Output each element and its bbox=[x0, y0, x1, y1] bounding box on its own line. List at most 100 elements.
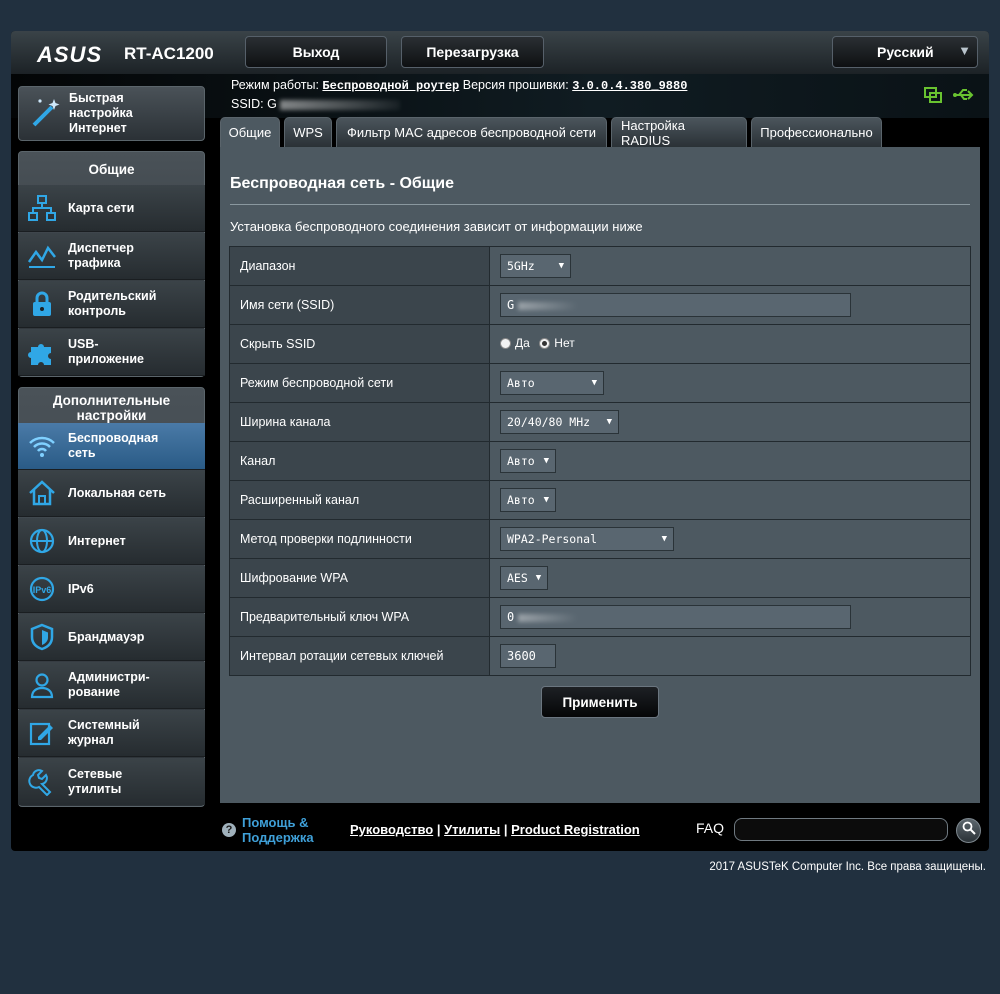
product-registration-link[interactable]: Product Registration bbox=[511, 822, 640, 837]
advanced-header: Дополнительные настройки bbox=[52, 393, 171, 423]
sidebar-item-traffic-manager[interactable]: Диспетчер трафика bbox=[18, 233, 205, 280]
wireless-icon bbox=[27, 431, 57, 461]
firmware-link[interactable]: 3.0.0.4.380_9880 bbox=[572, 79, 687, 93]
sidebar-item-internet[interactable]: Интернет bbox=[18, 518, 205, 565]
sidebar-item-firewall[interactable]: Брандмауэр bbox=[18, 614, 205, 661]
wpa-key-redacted bbox=[518, 613, 579, 622]
manual-link[interactable]: Руководство bbox=[350, 822, 433, 837]
table-row: Расширенный канал Авто ▼ bbox=[229, 480, 971, 520]
model-name: RT-AC1200 bbox=[124, 44, 214, 63]
mode-line: Режим работы: Беспроводной роутер Версия… bbox=[231, 78, 687, 93]
copyright: 2017 ASUSTeK Computer Inc. Все права защ… bbox=[709, 861, 986, 873]
sidebar-item-ipv6[interactable]: IPv6 IPv6 bbox=[18, 566, 205, 613]
table-row: Ширина канала 20/40/80 MHz ▼ bbox=[229, 402, 971, 442]
channel-width-label: Ширина канала bbox=[229, 402, 490, 442]
radio-label: Да bbox=[515, 336, 530, 351]
table-row: Интервал ротации сетевых ключей 3600 bbox=[229, 636, 971, 676]
logout-button[interactable]: Выход bbox=[245, 36, 387, 68]
sidebar-item-administration[interactable]: Администри- рование bbox=[18, 662, 205, 709]
wireless-mode-value: Авто bbox=[507, 376, 535, 390]
sidebar-item-parental-control[interactable]: Родительский контроль bbox=[18, 281, 205, 328]
channel-select[interactable]: Авто ▼ bbox=[500, 449, 556, 473]
sidebar-item-network-tools[interactable]: Сетевые утилиты bbox=[18, 758, 205, 805]
key-rotation-label: Интервал ротации сетевых ключей bbox=[229, 636, 490, 676]
table-row: Предварительный ключ WPA 0 bbox=[229, 597, 971, 637]
wpa-key-value: 0 bbox=[507, 610, 515, 624]
ssid-value: G bbox=[267, 97, 277, 111]
sidebar-item-label: Диспетчер трафика bbox=[68, 241, 134, 270]
edit-log-icon bbox=[27, 718, 57, 748]
help-support-link[interactable]: Помощь & Поддержка bbox=[242, 815, 314, 845]
hide-ssid-yes-radio[interactable]: Да bbox=[500, 336, 530, 350]
ext-channel-select[interactable]: Авто ▼ bbox=[500, 488, 556, 512]
band-select[interactable]: 5GHz ▼ bbox=[500, 254, 571, 278]
language-select[interactable]: Русский ▼ bbox=[832, 36, 978, 68]
chevron-down-icon: ▼ bbox=[591, 378, 597, 388]
wpa-encryption-select[interactable]: AES ▼ bbox=[500, 566, 548, 590]
apply-button[interactable]: Применить bbox=[541, 686, 659, 718]
ext-channel-value: Авто bbox=[507, 493, 535, 507]
auth-method-value: WPA2-Personal bbox=[507, 532, 598, 546]
ssid-line: SSID: G bbox=[231, 97, 401, 111]
settings-table: Диапазон 5GHz ▼ Имя сети (SSID) G Скрыть … bbox=[229, 246, 971, 676]
tab-mac-filter[interactable]: Фильтр MAC адресов беспроводной сети bbox=[336, 117, 607, 147]
parental-control-icon bbox=[27, 289, 57, 319]
search-button[interactable] bbox=[956, 818, 981, 843]
auth-method-select[interactable]: WPA2-Personal ▼ bbox=[500, 527, 674, 551]
firmware-label: Версия прошивки: bbox=[462, 78, 569, 92]
sidebar-item-system-log[interactable]: Системный журнал bbox=[18, 710, 205, 757]
sidebar-item-label: Беспроводная сеть bbox=[68, 431, 159, 460]
radio-on-icon bbox=[539, 337, 551, 349]
shield-icon bbox=[27, 622, 57, 652]
mode-label: Режим работы: bbox=[231, 78, 319, 92]
table-row: Диапазон 5GHz ▼ bbox=[229, 246, 971, 286]
tab-wps[interactable]: WPS bbox=[284, 117, 332, 147]
table-row: Имя сети (SSID) G bbox=[229, 285, 971, 325]
usb-status-icon[interactable] bbox=[952, 86, 974, 104]
chevron-down-icon: ▼ bbox=[958, 43, 971, 58]
wireless-mode-select[interactable]: Авто ▼ bbox=[500, 371, 604, 395]
sidebar-item-label: Брандмауэр bbox=[68, 629, 145, 644]
ssid-label: Имя сети (SSID) bbox=[229, 285, 490, 325]
page-title: Беспроводная сеть - Общие bbox=[230, 175, 455, 192]
sidebar-item-network-map[interactable]: Карта сети bbox=[18, 185, 205, 232]
channel-value: Авто bbox=[507, 454, 535, 468]
faq-search-input[interactable] bbox=[734, 818, 948, 841]
sidebar-item-label: Карта сети bbox=[68, 200, 135, 215]
ssid-redacted bbox=[280, 99, 401, 110]
tab-radius[interactable]: Настройка RADIUS bbox=[611, 117, 747, 148]
page-description: Установка беспроводного соединения завис… bbox=[230, 219, 643, 234]
quick-setup-label: Быстрая настройка Интернет bbox=[69, 91, 133, 135]
table-row: Режим беспроводной сети Авто ▼ bbox=[229, 363, 971, 403]
channel-width-select[interactable]: 20/40/80 MHz ▼ bbox=[500, 410, 619, 434]
network-status-icon[interactable] bbox=[923, 86, 943, 104]
hide-ssid-no-radio[interactable]: Нет bbox=[539, 336, 575, 350]
ssid-input-value: G bbox=[507, 298, 515, 312]
utilities-link[interactable]: Утилиты bbox=[444, 822, 500, 837]
wpa-key-input[interactable]: 0 bbox=[500, 605, 851, 629]
sidebar-item-wireless[interactable]: Беспроводная сеть bbox=[18, 423, 205, 470]
table-row: Шифрование WPA AES ▼ bbox=[229, 558, 971, 598]
reboot-button[interactable]: Перезагрузка bbox=[401, 36, 544, 68]
ext-channel-label: Расширенный канал bbox=[229, 480, 490, 520]
tab-general[interactable]: Общие bbox=[220, 117, 280, 147]
chevron-down-icon: ▼ bbox=[558, 261, 564, 271]
sidebar-item-lan[interactable]: Локальная сеть bbox=[18, 470, 205, 517]
network-map-icon bbox=[27, 193, 57, 223]
ssid-input[interactable]: G bbox=[500, 293, 851, 317]
mode-link[interactable]: Беспроводной роутер bbox=[322, 79, 459, 93]
ssid-redacted bbox=[518, 301, 579, 310]
hide-ssid-label: Скрыть SSID bbox=[229, 324, 490, 364]
band-label: Диапазон bbox=[229, 246, 490, 286]
lan-icon bbox=[27, 478, 57, 508]
quick-setup-button[interactable]: Быстрая настройка Интернет bbox=[18, 86, 205, 141]
footer-links: Руководство | Утилиты | Product Registra… bbox=[350, 822, 640, 837]
sidebar-item-label: Родительский контроль bbox=[68, 289, 157, 318]
svg-text:IPv6: IPv6 bbox=[33, 585, 52, 595]
radio-off-icon bbox=[500, 337, 511, 349]
sidebar-item-label: Интернет bbox=[68, 533, 126, 548]
language-value: Русский bbox=[877, 44, 934, 60]
sidebar-item-usb-app[interactable]: USB- приложение bbox=[18, 329, 205, 376]
tab-professional[interactable]: Профессионально bbox=[751, 117, 882, 147]
key-rotation-input[interactable]: 3600 bbox=[500, 644, 556, 668]
